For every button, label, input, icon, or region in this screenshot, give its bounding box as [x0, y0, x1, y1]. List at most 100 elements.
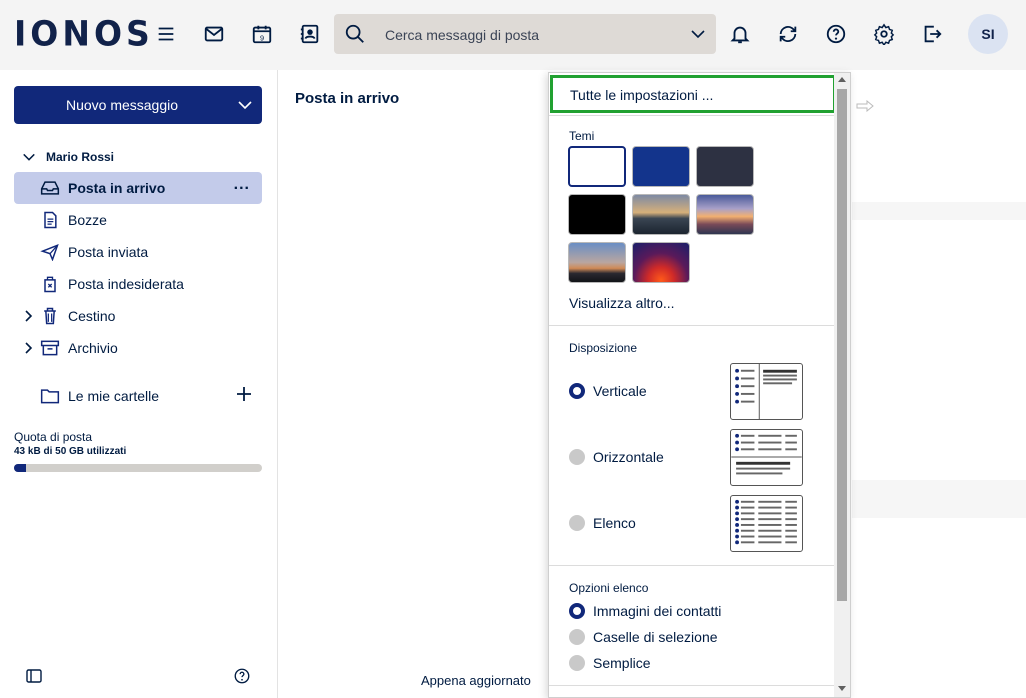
theme-mountain-photo[interactable]: [632, 194, 690, 235]
radio-button[interactable]: [569, 449, 585, 465]
sidebar-item-sent[interactable]: Posta inviata: [14, 236, 262, 268]
quota-value: 43 kB di 50 GB utilizzati: [14, 446, 127, 457]
more-options-icon[interactable]: ...: [234, 176, 250, 194]
all-settings-link[interactable]: Tutte le impostazioni ...: [550, 75, 836, 113]
background-divider: [852, 480, 1026, 518]
sidebar-item-drafts[interactable]: Bozze: [14, 204, 262, 236]
sidebar-item-trash[interactable]: Cestino: [14, 300, 262, 332]
last-updated-status: Appena aggiornato: [421, 673, 531, 688]
option-label: Semplice: [593, 655, 651, 671]
sidebar-item-spam[interactable]: Posta indesiderata: [14, 268, 262, 300]
theme-black[interactable]: [568, 194, 626, 235]
search-bar[interactable]: Cerca messaggi di posta: [334, 14, 716, 54]
folder-label: Archivio: [68, 340, 118, 356]
refresh-icon[interactable]: [774, 20, 802, 48]
search-icon[interactable]: [344, 23, 366, 45]
chevron-down-icon[interactable]: [690, 26, 706, 42]
background-divider: [852, 202, 1026, 220]
scroll-up-icon[interactable]: [838, 77, 846, 82]
divider: [549, 115, 835, 116]
option-label: Elenco: [593, 515, 636, 531]
sidebar: Nuovo messaggio Mario Rossi Posta in arr…: [0, 70, 278, 698]
layout-list-icon[interactable]: [730, 495, 803, 552]
compose-button[interactable]: Nuovo messaggio: [14, 86, 262, 124]
menu-icon[interactable]: [152, 20, 180, 48]
folder-label: Cestino: [68, 308, 116, 324]
page-title: Posta in arrivo: [295, 90, 400, 107]
list-options-title: Opzioni elenco: [569, 581, 649, 595]
plus-icon[interactable]: [236, 386, 252, 402]
layout-vertical-icon[interactable]: [730, 363, 803, 420]
layout-horizontal-icon[interactable]: [730, 429, 803, 486]
folder-label: Le mie cartelle: [68, 388, 160, 404]
radio-button[interactable]: [569, 655, 585, 671]
radio-button[interactable]: [569, 515, 585, 531]
layout-option-list[interactable]: Elenco: [569, 515, 636, 531]
chevron-right-icon[interactable]: [22, 308, 36, 324]
radio-button[interactable]: [569, 603, 585, 619]
theme-sunset-photo[interactable]: [696, 194, 754, 235]
divider: [549, 685, 835, 686]
sidebar-item-my-folders[interactable]: Le mie cartelle: [14, 380, 262, 412]
ionos-logo[interactable]: IONOS: [14, 13, 154, 54]
spam-icon: [44, 276, 56, 293]
gear-icon[interactable]: [870, 20, 898, 48]
settings-dropdown: Tutte le impostazioni ... Temi Visualizz…: [548, 72, 851, 698]
theme-blue[interactable]: [632, 146, 690, 187]
list-option-checkboxes[interactable]: Caselle di selezione: [569, 629, 718, 645]
folder-label: Bozze: [68, 212, 107, 228]
option-label: Orizzontale: [593, 449, 664, 465]
folder-label: Posta in arrivo: [68, 180, 166, 196]
option-label: Immagini dei contatti: [593, 603, 722, 619]
account-toggle[interactable]: Mario Rossi: [22, 150, 114, 164]
theme-white[interactable]: [568, 146, 626, 187]
sidebar-item-inbox[interactable]: Posta in arrivo ...: [14, 172, 262, 204]
radio-button[interactable]: [569, 629, 585, 645]
divider: [549, 565, 835, 566]
mail-icon[interactable]: [200, 20, 228, 48]
calendar-icon[interactable]: 9: [248, 20, 276, 48]
folder-label: Posta indesiderata: [68, 276, 184, 292]
chevron-right-icon[interactable]: [22, 340, 36, 356]
folder-icon: [40, 389, 60, 404]
list-option-contact-images[interactable]: Immagini dei contatti: [569, 603, 721, 619]
contacts-icon[interactable]: [296, 20, 324, 48]
scroll-thumb[interactable]: [837, 89, 847, 601]
all-settings-label: Tutte le impostazioni ...: [570, 87, 714, 103]
quota-bar: [14, 464, 262, 472]
inbox-icon: [40, 181, 60, 195]
avatar[interactable]: SI: [968, 14, 1008, 54]
logout-icon[interactable]: [918, 20, 946, 48]
trash-icon: [44, 307, 56, 325]
help-icon[interactable]: [822, 20, 850, 48]
search-input[interactable]: Cerca messaggi di posta: [385, 27, 539, 43]
chevron-down-icon[interactable]: [237, 97, 253, 113]
theme-city-photo[interactable]: [568, 242, 626, 283]
calendar-day: 9: [260, 33, 264, 42]
quota-label: Quota di posta: [14, 430, 93, 444]
sidebar-item-archive[interactable]: Archivio: [14, 332, 262, 364]
send-icon: [40, 244, 59, 261]
chevron-down-icon: [23, 153, 35, 161]
quota-fill: [14, 464, 27, 472]
archive-icon: [40, 340, 60, 356]
scroll-down-icon[interactable]: [838, 686, 846, 691]
theme-dark-slate[interactable]: [696, 146, 754, 187]
radio-button[interactable]: [569, 383, 585, 399]
themes-title: Temi: [569, 129, 595, 143]
layout-option-horizontal[interactable]: Orizzontale: [569, 449, 664, 465]
compose-label: Nuovo messaggio: [65, 97, 179, 113]
arrow-right-icon: [856, 100, 874, 112]
sidebar-toggle-icon[interactable]: [26, 668, 42, 684]
option-label: Caselle di selezione: [593, 629, 718, 645]
bell-icon[interactable]: [726, 20, 754, 48]
help-icon[interactable]: [233, 667, 251, 685]
layout-option-vertical[interactable]: Verticale: [569, 383, 647, 399]
top-header: IONOS 9 Cerca messaggi di posta SI: [0, 0, 1026, 70]
option-label: Verticale: [593, 383, 647, 399]
divider: [549, 325, 835, 326]
theme-red-glow[interactable]: [632, 242, 690, 283]
list-option-simple[interactable]: Semplice: [569, 655, 651, 671]
more-themes-link[interactable]: Visualizza altro...: [569, 295, 675, 311]
panel-scrollbar[interactable]: [834, 73, 850, 697]
